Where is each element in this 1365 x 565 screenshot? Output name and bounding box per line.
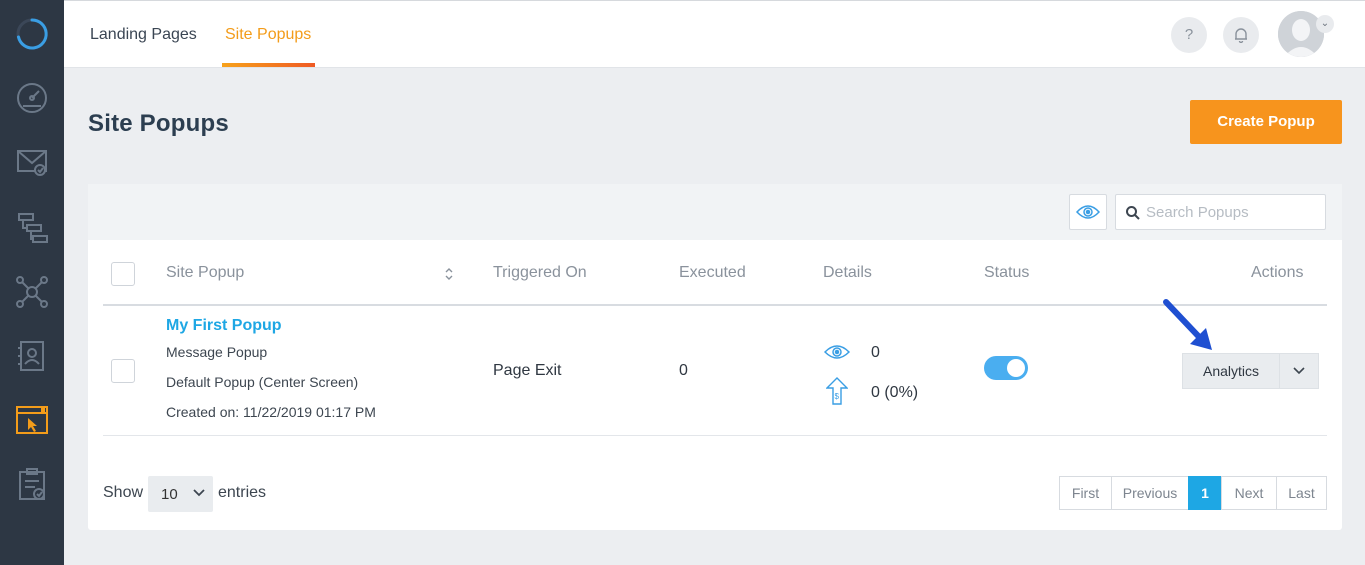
status-toggle[interactable] (984, 356, 1028, 380)
tasks-clipboard-icon[interactable] (14, 466, 50, 502)
row-divider (103, 435, 1327, 436)
search-box (1115, 194, 1326, 230)
table-toolbar (88, 184, 1342, 240)
pagination-previous[interactable]: Previous (1111, 476, 1189, 510)
svg-text:$: $ (835, 392, 840, 401)
visibility-toggle-button[interactable] (1069, 194, 1107, 230)
workflow-icon[interactable] (14, 210, 50, 246)
sort-icon[interactable] (444, 267, 454, 281)
analytics-button[interactable]: Analytics (1182, 353, 1280, 389)
search-icon (1126, 206, 1140, 220)
chevron-down-icon (1293, 367, 1305, 375)
toggle-knob (1007, 359, 1025, 377)
pagination-page-1[interactable]: 1 (1188, 476, 1222, 510)
popup-type: Message Popup (166, 344, 268, 360)
show-label: Show (103, 484, 144, 501)
popups-table-card: Site Popup Triggered On Executed Details… (88, 184, 1342, 530)
email-icon[interactable] (14, 144, 50, 180)
top-navigation: Landing Pages Site Popups ? ⌄ (64, 0, 1365, 68)
column-header-triggered-on: Triggered On (493, 264, 587, 281)
loading-ring-icon[interactable] (14, 16, 50, 52)
conversion-arrow-icon: $ (826, 377, 848, 405)
eye-icon (1076, 205, 1100, 219)
sidebar (0, 0, 64, 565)
pagination-first[interactable]: First (1059, 476, 1112, 510)
help-button[interactable]: ? (1171, 17, 1207, 53)
actions-dropdown-button[interactable] (1279, 353, 1319, 389)
create-popup-button[interactable]: Create Popup (1190, 100, 1342, 144)
popup-created-date: Created on: 11/22/2019 01:17 PM (166, 404, 376, 420)
site-popup-icon[interactable] (14, 402, 50, 438)
network-icon[interactable] (14, 274, 50, 310)
views-count: 0 (871, 344, 880, 361)
entries-per-page-select[interactable]: 10 (148, 476, 213, 512)
tab-site-popups[interactable]: Site Popups (225, 1, 311, 68)
popup-position: Default Popup (Center Screen) (166, 374, 359, 390)
conversions-count: 0 (0%) (871, 384, 919, 401)
column-header-site-popup[interactable]: Site Popup (166, 264, 244, 282)
active-tab-indicator (222, 63, 315, 67)
dashboard-gauge-icon[interactable] (14, 80, 50, 116)
row-checkbox[interactable] (111, 359, 135, 383)
bell-icon (1235, 28, 1247, 44)
triggered-on-value: Page Exit (493, 362, 562, 379)
contacts-icon[interactable] (14, 338, 50, 374)
pagination-last[interactable]: Last (1276, 476, 1327, 510)
select-all-checkbox[interactable] (111, 262, 135, 286)
entries-value: 10 (161, 486, 178, 503)
column-header-actions: Actions (1251, 264, 1304, 281)
page-title: Site Popups (88, 110, 229, 137)
column-header-executed: Executed (679, 264, 746, 281)
popup-name-link[interactable]: My First Popup (166, 317, 282, 335)
eye-icon (824, 345, 850, 359)
entries-label: entries (218, 484, 267, 501)
annotation-arrow-icon (1163, 299, 1212, 350)
column-header-status: Status (984, 264, 1030, 281)
executed-value: 0 (679, 362, 688, 379)
tab-landing-pages[interactable]: Landing Pages (90, 1, 197, 68)
chevron-down-icon (193, 489, 205, 497)
column-header-details: Details (823, 264, 872, 281)
chevron-down-icon[interactable]: ⌄ (1316, 15, 1334, 33)
header-divider (103, 304, 1327, 306)
search-input[interactable] (1146, 195, 1321, 229)
notifications-button[interactable] (1223, 17, 1259, 53)
pagination-next[interactable]: Next (1221, 476, 1277, 510)
